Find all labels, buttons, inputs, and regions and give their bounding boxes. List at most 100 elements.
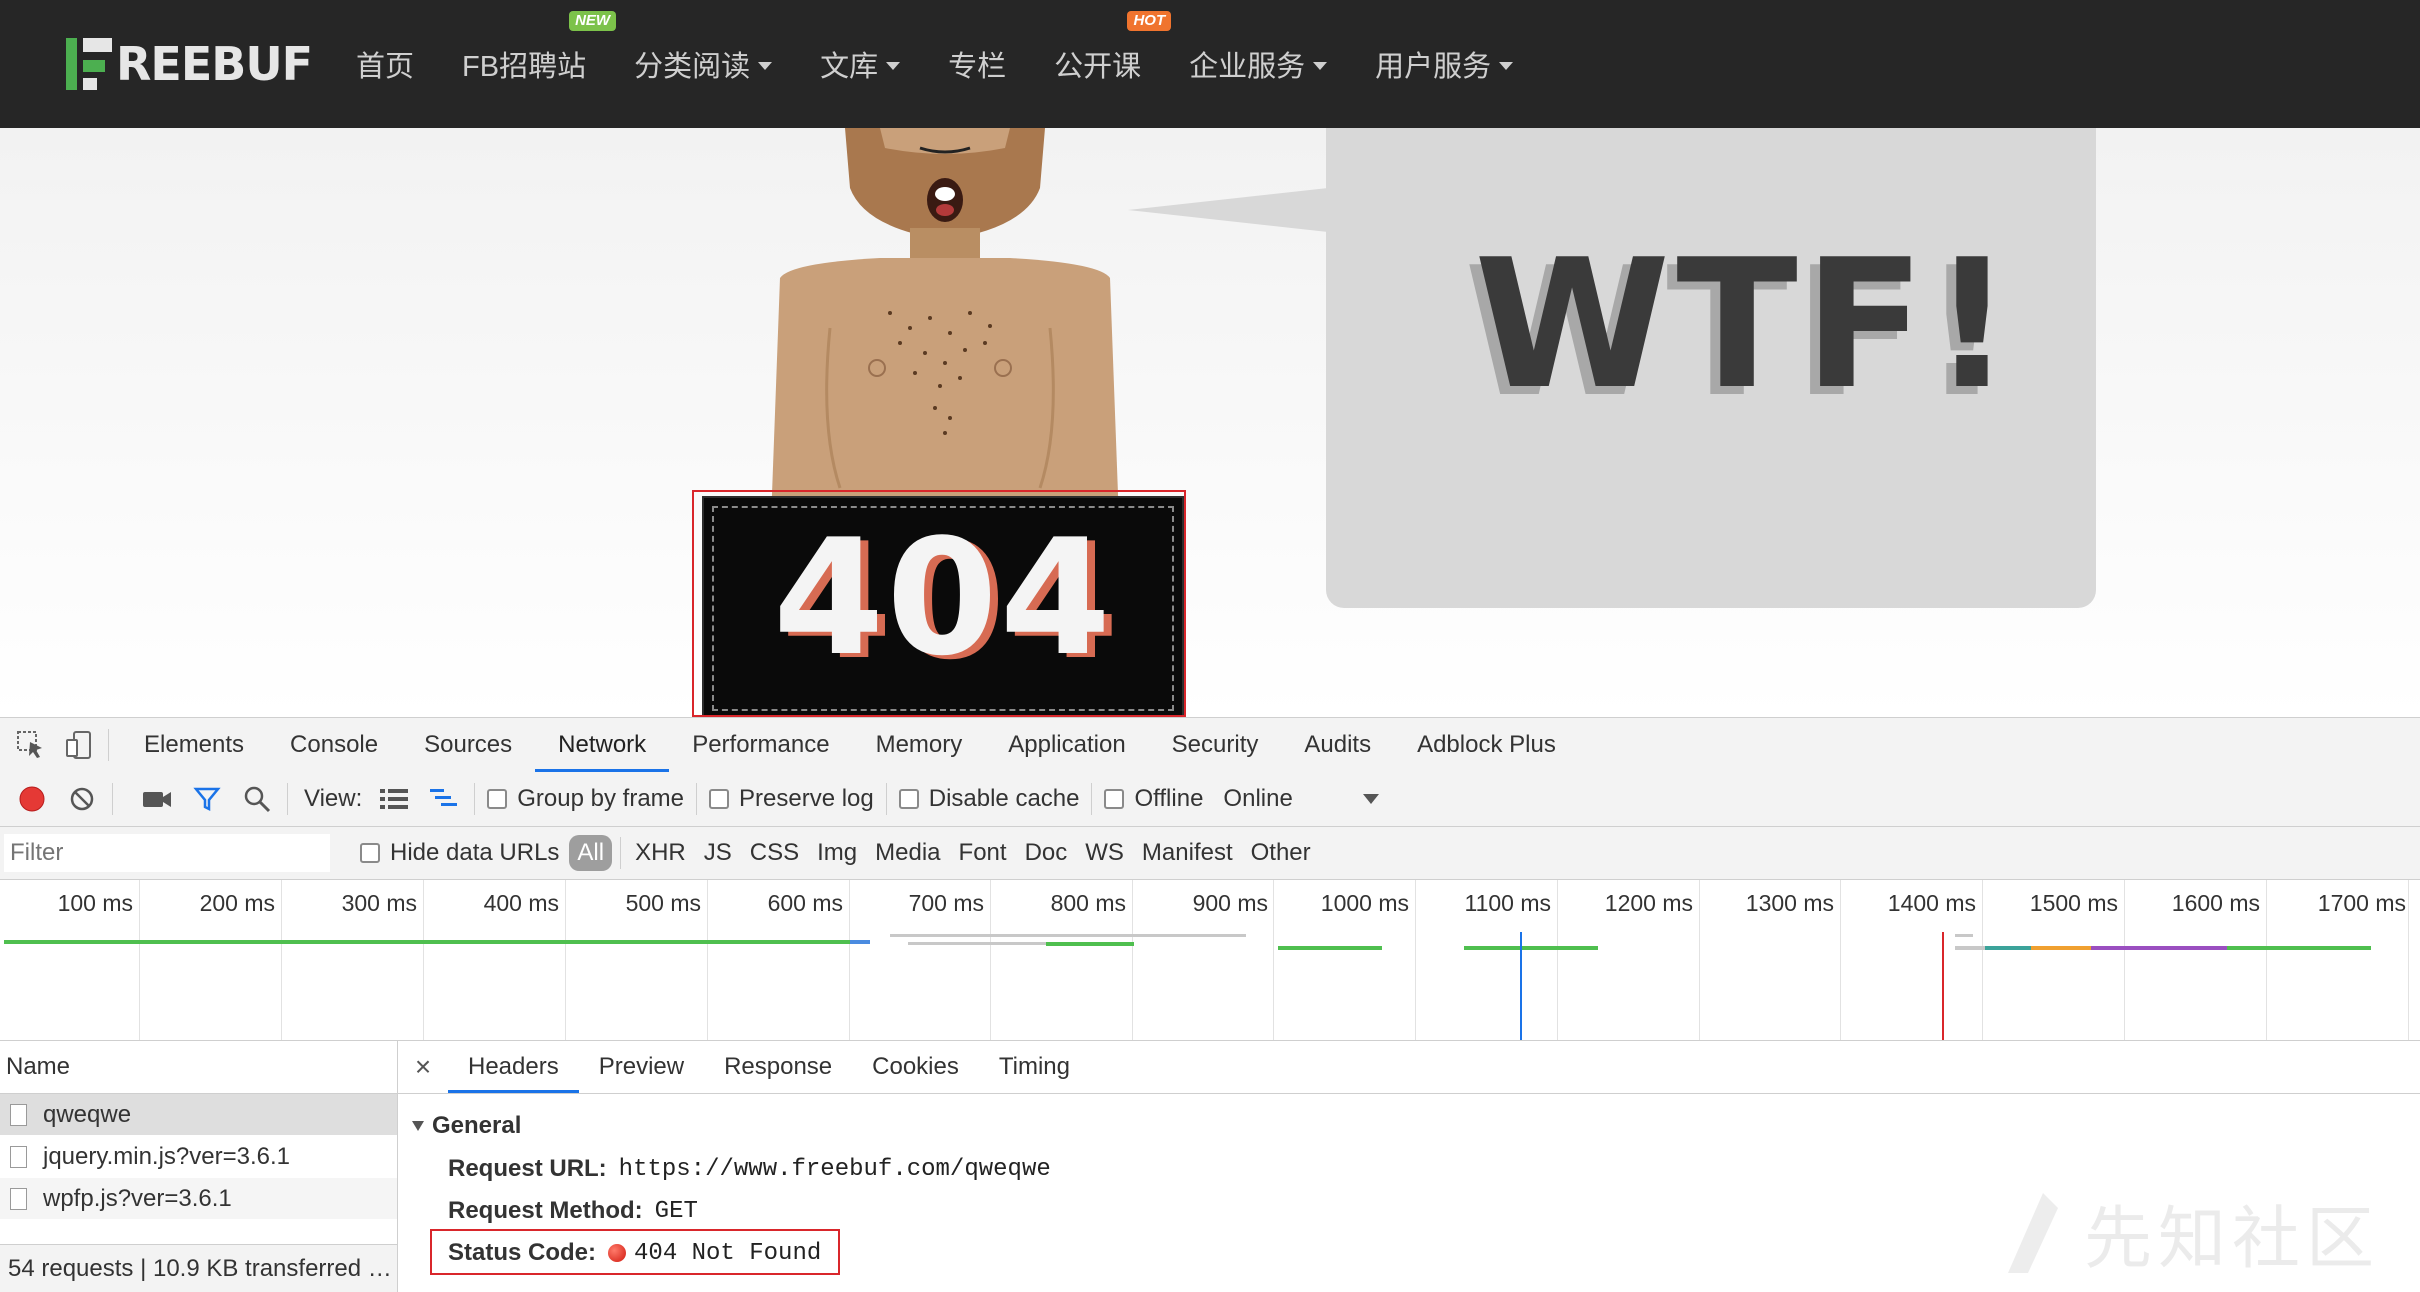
tick-label: 1300 ms: [1745, 890, 1834, 916]
timeline-bar: [1464, 946, 1598, 950]
nav-label: 分类阅读: [634, 51, 751, 83]
name-column-header[interactable]: Name: [0, 1041, 397, 1094]
tick-line: [1273, 880, 1274, 1040]
document-file-icon: [10, 1187, 27, 1210]
filter-type-img[interactable]: Img: [809, 835, 865, 871]
tick-line: [1415, 880, 1416, 1040]
filter-type-js[interactable]: JS: [696, 835, 740, 871]
filter-funnel-icon[interactable]: [189, 781, 225, 817]
tab-adblock-plus[interactable]: Adblock Plus: [1394, 718, 1579, 772]
tick-line: [281, 880, 282, 1040]
request-row[interactable]: jquery.min.js?ver=3.6.1: [0, 1136, 397, 1178]
filter-input[interactable]: [4, 834, 330, 872]
hide-data-urls-label: Hide data URLs: [390, 839, 560, 866]
tick-label: 100 ms: [57, 890, 133, 916]
tab-network[interactable]: Network: [535, 718, 670, 772]
dom-content-loaded-marker: [1520, 932, 1522, 1040]
record-icon[interactable]: [14, 781, 50, 817]
tick-line: [1982, 880, 1983, 1040]
tab-audits[interactable]: Audits: [1281, 718, 1394, 772]
freebuf-logo[interactable]: REEBUF: [66, 36, 313, 92]
offline-label: Offline: [1134, 785, 1204, 812]
tab-sources[interactable]: Sources: [401, 718, 535, 772]
request-row[interactable]: qweqwe: [0, 1094, 397, 1136]
nav-library[interactable]: 文库: [820, 43, 901, 85]
tab-memory[interactable]: Memory: [853, 718, 986, 772]
search-icon[interactable]: [239, 781, 275, 817]
tick-label: 1100 ms: [1464, 890, 1551, 916]
caret-down-icon: [1499, 62, 1514, 70]
status-highlight-box: [430, 1229, 840, 1275]
inspect-element-icon[interactable]: [14, 728, 48, 762]
filter-type-doc[interactable]: Doc: [1017, 835, 1076, 871]
tab-response[interactable]: Response: [704, 1041, 852, 1093]
screenshot-camera-icon[interactable]: [139, 781, 175, 817]
tick-label: 400 ms: [483, 890, 559, 916]
tab-security[interactable]: Security: [1149, 718, 1282, 772]
tick-line: [1132, 880, 1133, 1040]
filter-type-all[interactable]: All: [569, 835, 613, 871]
hot-badge: HOT: [1127, 11, 1172, 31]
tab-application[interactable]: Application: [985, 718, 1148, 772]
tab-elements[interactable]: Elements: [121, 718, 267, 772]
group-by-frame-checkbox[interactable]: [487, 789, 508, 809]
speech-bubble-tail: [1128, 188, 1328, 232]
request-row[interactable]: wpfp.js?ver=3.6.1: [0, 1178, 397, 1220]
device-toolbar-icon[interactable]: [62, 728, 96, 762]
nav-label: 用户服务: [1375, 51, 1492, 83]
throttling-dropdown-icon[interactable]: [1363, 794, 1380, 804]
filter-type-manifest[interactable]: Manifest: [1134, 835, 1241, 871]
network-overview-timeline[interactable]: 100 ms 200 ms 300 ms 400 ms 500 ms 600 m…: [0, 880, 2420, 1041]
toolbar-divider: [474, 783, 476, 815]
preserve-log-checkbox[interactable]: [709, 789, 729, 809]
filter-type-media[interactable]: Media: [867, 835, 948, 871]
nav-label: 首页: [356, 51, 415, 83]
request-name: jquery.min.js?ver=3.6.1: [43, 1142, 291, 1170]
sign-highlight-box: [692, 490, 1186, 717]
nav-label: FB招聘站: [462, 51, 587, 83]
request-url-value: https://www.freebuf.com/qweqwe: [618, 1155, 1051, 1183]
general-section-toggle[interactable]: General: [412, 1112, 2420, 1140]
offline-checkbox[interactable]: [1104, 789, 1125, 809]
tick-label: 900 ms: [1192, 890, 1268, 916]
filter-type-xhr[interactable]: XHR: [627, 835, 694, 871]
tab-preview[interactable]: Preview: [579, 1041, 704, 1093]
site-header: REEBUF 首页 FB招聘站 NEW 分类阅读 文库 专栏 公开课 HOT 企…: [0, 0, 2420, 128]
tab-timing[interactable]: Timing: [979, 1041, 1090, 1093]
network-toolbar: View: Group by frame Preserve log Disabl…: [0, 772, 2420, 827]
tab-console[interactable]: Console: [267, 718, 401, 772]
tick-line: [2408, 880, 2409, 1040]
devtools-panel: Elements Console Sources Network Perform…: [0, 717, 2420, 1292]
close-detail-icon[interactable]: ×: [398, 1051, 448, 1083]
expand-triangle-icon: [412, 1121, 424, 1131]
large-rows-icon[interactable]: [376, 781, 412, 817]
nav-label: 企业服务: [1189, 51, 1306, 83]
nav-categories[interactable]: 分类阅读: [634, 43, 773, 85]
disable-cache-checkbox[interactable]: [898, 789, 919, 809]
load-event-marker: [1942, 932, 1944, 1040]
hide-data-urls-checkbox[interactable]: [360, 843, 380, 863]
nav-jobs[interactable]: FB招聘站 NEW: [462, 11, 617, 85]
tab-headers[interactable]: Headers: [448, 1041, 579, 1093]
nav-enterprise[interactable]: 企业服务: [1189, 43, 1328, 85]
nav-user-services[interactable]: 用户服务: [1375, 43, 1514, 85]
filter-type-font[interactable]: Font: [951, 835, 1015, 871]
waterfall-overview-icon[interactable]: [426, 781, 462, 817]
tick-label: 700 ms: [908, 890, 984, 916]
filter-type-other[interactable]: Other: [1243, 835, 1319, 871]
nav-open-course[interactable]: 公开课 HOT: [1054, 11, 1172, 85]
filter-type-css[interactable]: CSS: [742, 835, 807, 871]
tab-cookies[interactable]: Cookies: [852, 1041, 979, 1093]
throttling-select[interactable]: Online: [1223, 785, 1335, 813]
toolbar-divider: [696, 783, 697, 815]
nav-columns[interactable]: 专栏: [948, 43, 1006, 85]
filter-type-ws[interactable]: WS: [1077, 835, 1132, 871]
tab-performance[interactable]: Performance: [669, 718, 852, 772]
tick-label: 500 ms: [625, 890, 701, 916]
nav-home[interactable]: 首页: [356, 43, 414, 85]
toolbar-divider: [1091, 783, 1093, 815]
view-label: View:: [304, 785, 363, 812]
clear-icon[interactable]: [64, 781, 100, 817]
timeline-bar: [890, 934, 1246, 937]
tick-line: [139, 880, 140, 1040]
